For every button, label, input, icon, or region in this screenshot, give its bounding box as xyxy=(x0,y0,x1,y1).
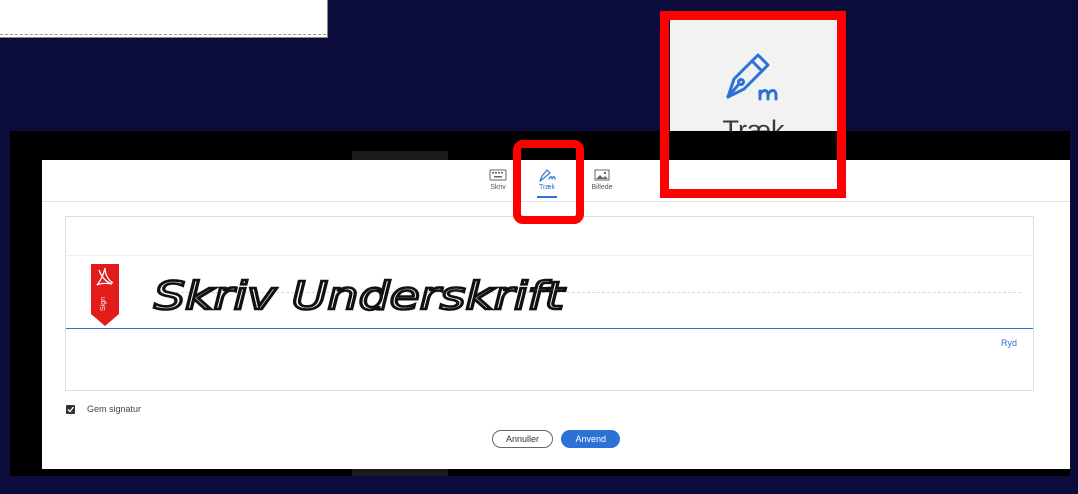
image-icon xyxy=(594,169,610,181)
backdrop-strip-bottom xyxy=(352,469,448,476)
acrobat-sign-flag-icon: Sign xyxy=(91,264,119,326)
keyboard-icon xyxy=(489,169,507,181)
document-preview-fragment xyxy=(0,0,328,38)
signature-draw-area[interactable]: Sign Skriv Underskrift Ryd xyxy=(65,216,1034,391)
highlight-frame-large xyxy=(660,11,846,198)
dialog-actions: Annuller Anvend xyxy=(42,430,1070,452)
save-signature-label: Gem signatur xyxy=(87,404,142,414)
drawn-signature: Skriv Underskrift xyxy=(153,273,568,320)
document-rule xyxy=(0,33,326,35)
tab-skriv[interactable]: Skriv xyxy=(478,166,518,200)
tab-billede[interactable]: Billede xyxy=(582,166,622,200)
cancel-button[interactable]: Annuller xyxy=(491,430,554,448)
tab-skriv-label: Skriv xyxy=(490,184,506,191)
tab-billede-label: Billede xyxy=(591,184,613,191)
signature-baseline xyxy=(66,328,1033,329)
apply-button[interactable]: Anvend xyxy=(561,430,620,448)
guide-line-top xyxy=(66,255,1033,256)
backdrop-strip-top xyxy=(352,151,448,160)
highlight-frame-small xyxy=(513,140,584,224)
save-signature-row[interactable]: Gem signatur xyxy=(66,404,141,414)
clear-link[interactable]: Ryd xyxy=(1001,338,1017,348)
signature-ink-text: Skriv Underskrift xyxy=(154,274,567,318)
sign-flag-label: Sign xyxy=(100,297,107,311)
checkbox-checked-icon[interactable] xyxy=(66,404,75,414)
